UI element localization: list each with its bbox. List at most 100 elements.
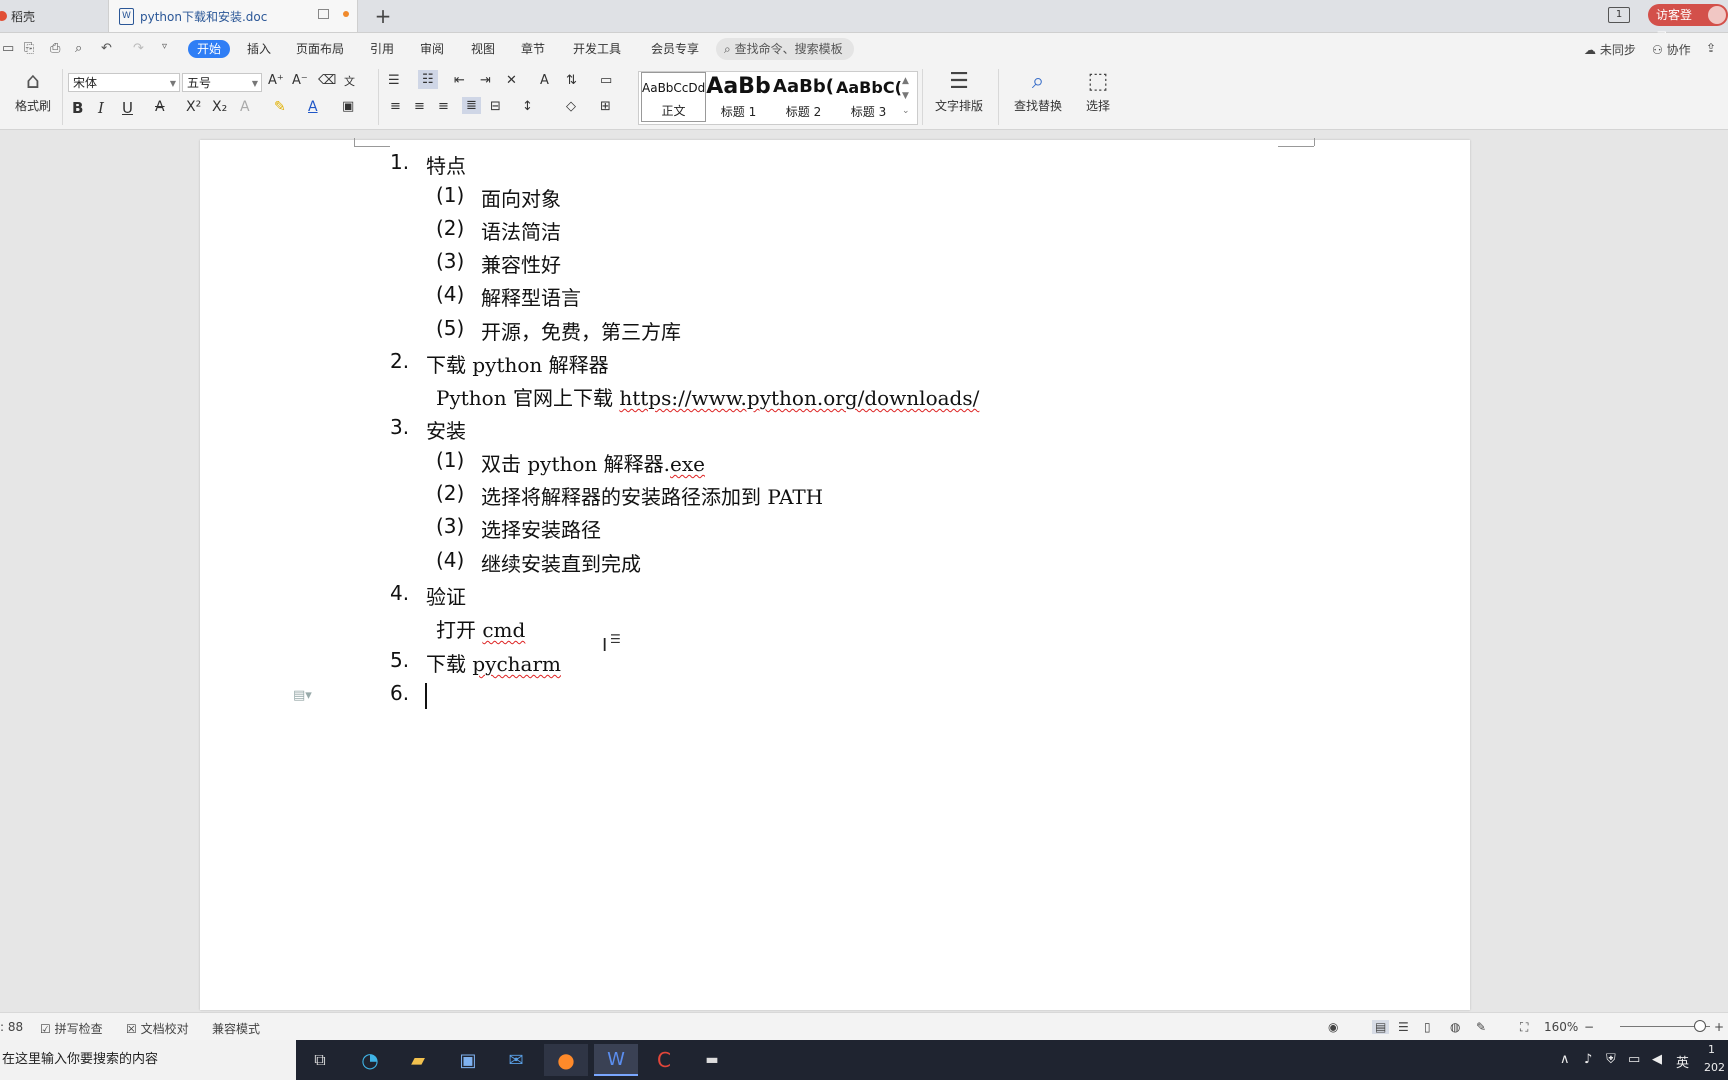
tab-home[interactable]: 稻壳	[0, 0, 108, 32]
distributed-icon[interactable]: ⊟	[490, 99, 501, 114]
align-center-icon[interactable]: ≡	[414, 99, 425, 114]
styles-scroll[interactable]: ▲ ▼ ⌄	[902, 74, 910, 119]
task-view-icon[interactable]: ⧉	[298, 1044, 342, 1076]
menu-member[interactable]: 会员专享	[651, 40, 699, 58]
style-heading-3[interactable]: AaBbC( 标题 3	[836, 72, 901, 122]
text-layout-button[interactable]: ☰ 文字排版	[926, 67, 992, 114]
list-item[interactable]: (1) 双击 python 解释器.exe	[436, 448, 705, 477]
document-page[interactable]: 1. 特点 (1) 面向对象 (2) 语法简洁 (3) 兼容性好 (4) 解释型…	[200, 138, 1470, 1010]
zoom-level[interactable]: 160%	[1544, 1020, 1578, 1034]
microphone-icon[interactable]: ♪	[1584, 1052, 1592, 1067]
quick-access-more-icon[interactable]: ▿	[162, 41, 167, 52]
chinese-layout-icon[interactable]: ✕	[506, 73, 517, 88]
style-heading-1[interactable]: AaBb 标题 1	[706, 72, 771, 122]
align-left-icon[interactable]: ≡	[390, 99, 401, 114]
volume-icon[interactable]: ◀	[1652, 1052, 1662, 1067]
sort-icon[interactable]: ⇅	[566, 73, 577, 88]
document-margin-icon[interactable]: ▤▾	[293, 688, 312, 703]
list-item[interactable]: 6.	[390, 681, 426, 705]
guest-login-button[interactable]: 访客登录	[1648, 4, 1728, 44]
phonetic-guide-icon[interactable]: 文	[344, 73, 355, 89]
paragraph-format-icon[interactable]: ☰	[610, 632, 621, 646]
numbered-list-icon[interactable]: ☷	[418, 70, 438, 89]
increase-indent-icon[interactable]: ⇥	[480, 73, 491, 88]
list-item[interactable]: (4) 继续安装直到完成	[436, 548, 641, 577]
network-icon[interactable]: ▭	[1628, 1052, 1640, 1067]
underline-icon[interactable]: U	[122, 99, 133, 117]
clock-time[interactable]: 1	[1708, 1043, 1715, 1056]
font-size-select[interactable]: 五号 ▼	[182, 73, 262, 92]
list-item[interactable]: 3. 安装	[390, 415, 466, 444]
decrease-indent-icon[interactable]: ⇤	[454, 73, 465, 88]
select-button[interactable]: ⬚ 选择	[1074, 67, 1122, 114]
subscript-icon[interactable]: X₂	[212, 99, 227, 115]
zoom-out-icon[interactable]: −	[1584, 1020, 1594, 1034]
text-direction-icon[interactable]: A	[540, 73, 549, 88]
bullet-list-icon[interactable]: ☰	[388, 73, 400, 88]
file-explorer-icon[interactable]: ▰	[396, 1044, 440, 1076]
list-item[interactable]: (4) 解释型语言	[436, 282, 581, 311]
highlight-icon[interactable]: ✎	[274, 99, 286, 115]
store-icon[interactable]: ▣	[446, 1044, 490, 1076]
list-item[interactable]: (2) 选择将解释器的安装路径添加到 PATH	[436, 481, 823, 510]
codelf-icon[interactable]: C	[642, 1044, 686, 1076]
paragraph[interactable]: Python 官网上下载 https://www.python.org/down…	[436, 382, 979, 411]
menu-review[interactable]: 审阅	[420, 40, 444, 58]
list-item[interactable]: 4. 验证	[390, 581, 466, 610]
menu-insert[interactable]: 插入	[247, 40, 271, 58]
export-icon[interactable]: ⎘	[24, 41, 34, 56]
share-icon[interactable]: ⇪	[1706, 41, 1716, 55]
list-item[interactable]: (5) 开源，免费，第三方库	[436, 316, 681, 345]
menu-references[interactable]: 引用	[370, 40, 394, 58]
menu-view[interactable]: 视图	[471, 40, 495, 58]
outline-view-icon[interactable]: ☰	[1398, 1020, 1409, 1034]
reading-view-icon[interactable]: ▯	[1424, 1020, 1431, 1034]
menu-chapter[interactable]: 章节	[521, 40, 545, 58]
line-spacing-icon[interactable]: ↕	[522, 99, 533, 114]
sync-status[interactable]: ☁ 未同步	[1584, 41, 1636, 58]
collaborate-button[interactable]: ⚇ 协作	[1652, 41, 1691, 58]
justify-icon[interactable]: ≣	[462, 97, 481, 114]
text-effect-icon[interactable]: A	[240, 99, 250, 115]
style-normal[interactable]: AaBbCcDd 正文	[641, 72, 706, 122]
superscript-icon[interactable]: X²	[186, 99, 201, 115]
format-painter-button[interactable]: ⌂ 格式刷	[4, 67, 62, 114]
zoom-in-icon[interactable]: +	[1714, 1020, 1724, 1034]
list-item[interactable]: (1) 面向对象	[436, 183, 561, 212]
show-marks-icon[interactable]: ▭	[600, 73, 612, 88]
save-icon[interactable]: ▭	[2, 41, 14, 56]
menu-start[interactable]: 开始	[188, 40, 231, 58]
tab-document[interactable]: W python下载和安装.doc	[108, 0, 358, 32]
web-view-icon[interactable]: ◍	[1450, 1020, 1460, 1034]
font-name-select[interactable]: 宋体 ▼	[68, 73, 180, 92]
list-item[interactable]: 1. 特点	[390, 150, 466, 179]
spell-check-button[interactable]: ☑ 拼写检查	[40, 1020, 103, 1037]
clear-format-icon[interactable]: ⌫	[318, 73, 336, 88]
command-search[interactable]: ⌕ 查找命令、搜索模板	[716, 38, 854, 60]
shading-icon[interactable]: ◇	[566, 99, 576, 114]
eye-protection-icon[interactable]: ◉	[1328, 1020, 1338, 1034]
bold-icon[interactable]: B	[72, 99, 83, 117]
redo-icon[interactable]: ↷	[133, 41, 144, 56]
list-item[interactable]: (3) 选择安装路径	[436, 514, 601, 543]
borders-icon[interactable]: ⊞	[600, 99, 611, 114]
taskbar-search[interactable]: 在这里输入你要搜索的内容	[0, 1040, 296, 1080]
undo-icon[interactable]: ↶	[101, 41, 112, 56]
find-replace-button[interactable]: ⌕ 查找替换	[1006, 67, 1070, 114]
firefox-icon[interactable]: ●	[544, 1044, 588, 1076]
page-indicator[interactable]: 1	[1608, 7, 1630, 23]
shrink-font-icon[interactable]: A⁻	[292, 73, 308, 88]
wps-writer-icon[interactable]: W	[594, 1044, 638, 1076]
font-color-icon[interactable]: A	[308, 99, 318, 115]
print-icon[interactable]: ⎙	[50, 41, 60, 56]
new-tab-button[interactable]: +	[372, 4, 394, 28]
list-item[interactable]: 5. 下载 pycharm	[390, 648, 561, 677]
strikethrough-icon[interactable]: A	[155, 99, 165, 115]
char-border-icon[interactable]: ▣	[342, 99, 354, 114]
menu-developer-tools[interactable]: 开发工具	[573, 40, 621, 58]
italic-icon[interactable]: I	[98, 99, 104, 117]
window-icon[interactable]	[318, 9, 329, 19]
annotate-icon[interactable]: ✎	[1476, 1020, 1486, 1034]
security-icon[interactable]: ⛨	[1606, 1052, 1616, 1067]
clock-date[interactable]: 202	[1704, 1061, 1725, 1074]
